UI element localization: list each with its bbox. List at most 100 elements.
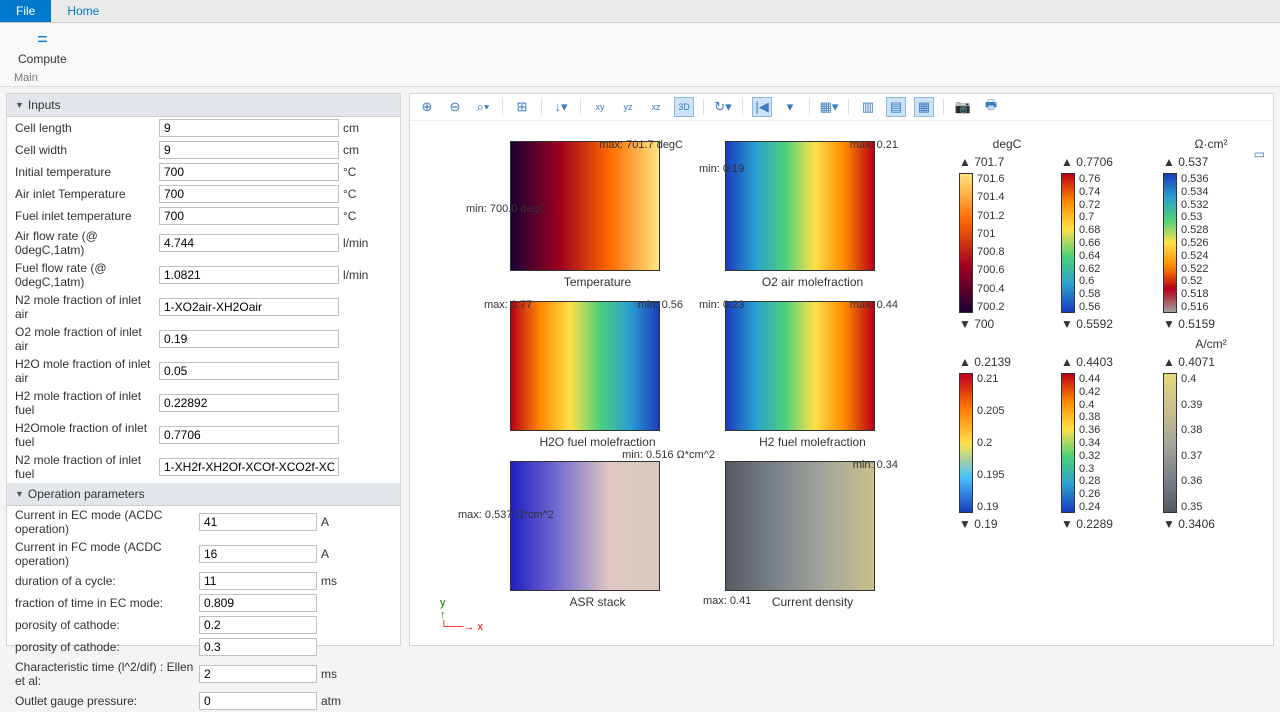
print-layout-icon[interactable]: ▦▾ [820, 98, 838, 116]
asr-title: ASR stack [510, 595, 685, 609]
colorbar-max: ▲ 0.2139 [959, 355, 1055, 369]
field-label: O2 mole fraction of inlet air [15, 325, 155, 353]
colorbar-min: ▼ 0.5592 [1061, 317, 1157, 331]
zoom-out-icon[interactable]: ⊖ [446, 98, 464, 116]
plot-o2: max: 0.21 min: 0.19 O2 air molefraction [725, 141, 900, 301]
compute-button[interactable]: = Compute [10, 29, 75, 66]
colorbar-unit: A/cm² [1163, 337, 1259, 351]
field-unit: A [321, 547, 361, 561]
colorbars: degC▲ 701.7701.6701.4701.2701700.8700.67… [959, 137, 1259, 531]
colorbar-max: ▲ 0.7706 [1061, 155, 1157, 169]
colorbar-min: ▼ 0.5159 [1163, 317, 1259, 331]
asr-min: min: 0.516 Ω*cm^2 [622, 449, 715, 461]
temp-min: min: 700.0 degC [466, 203, 547, 215]
form-row: Characteristic time (l^2/dif) : Ellen et… [7, 658, 400, 690]
colorbar-ticks: 0.440.420.40.380.360.340.320.30.280.260.… [1075, 373, 1157, 513]
tab-home[interactable]: Home [51, 0, 115, 22]
y-axis-label: y↑ [440, 597, 483, 621]
curr-surface [725, 461, 875, 591]
field-input[interactable] [199, 616, 317, 634]
print-icon[interactable]: 🖶 [982, 98, 1000, 116]
form-row: Fuel inlet temperature°C [7, 205, 400, 227]
form-row: Air inlet Temperature°C [7, 183, 400, 205]
log-y-icon[interactable]: yz [619, 98, 637, 116]
camera-icon[interactable]: 📷 [954, 98, 972, 116]
field-input[interactable] [199, 692, 317, 710]
field-input[interactable] [159, 362, 339, 380]
form-row: N2 mole fraction of inlet air [7, 291, 400, 323]
separator [742, 99, 743, 115]
temp-title: Temperature [510, 275, 685, 289]
field-unit: °C [343, 165, 383, 179]
field-input[interactable] [159, 141, 339, 159]
view-xy-icon[interactable]: ↓▾ [552, 98, 570, 116]
field-input[interactable] [199, 638, 317, 656]
ribbon-group-label: Main [10, 72, 1270, 84]
inputs-section-header[interactable]: ▼ Inputs [7, 94, 400, 117]
field-unit: l/min [343, 236, 383, 250]
zoom-box-icon[interactable]: ⌕▾ [474, 98, 492, 116]
temp-max: max: 701.7 degC [599, 139, 683, 151]
colorbar-gradient [1061, 173, 1075, 313]
field-input[interactable] [159, 426, 339, 444]
o2-surface [725, 141, 875, 271]
colorbar-min: ▼ 700 [959, 317, 1055, 331]
field-label: Air flow rate (@ 0degC,1atm) [15, 229, 155, 257]
field-input[interactable] [159, 119, 339, 137]
op-section-header[interactable]: ▼ Operation parameters [7, 483, 400, 506]
play-first-icon[interactable]: |◀ [753, 98, 771, 116]
form-row: Air flow rate (@ 0degC,1atm) l/min [7, 227, 400, 259]
log-xy-icon[interactable]: xz [647, 98, 665, 116]
field-input[interactable] [199, 513, 317, 531]
caret-down-icon: ▼ [15, 489, 24, 499]
colorbar-body: 701.6701.4701.2701700.8700.6700.4700.2 [959, 173, 1055, 313]
field-input[interactable] [159, 207, 339, 225]
field-input[interactable] [199, 665, 317, 683]
field-input[interactable] [159, 298, 339, 316]
op-title: Operation parameters [28, 487, 145, 501]
inputs-title: Inputs [28, 98, 61, 112]
op-form: Current in EC mode (ACDC operation)ACurr… [7, 506, 400, 712]
toggle-2-icon[interactable]: ▤ [887, 98, 905, 116]
h2of-title: H2O fuel molefraction [510, 435, 685, 449]
asr-max: max: 0.537 Ω*cm^2 [458, 509, 554, 521]
play-dropdown-icon[interactable]: ▾ [781, 98, 799, 116]
h2f-max: max: 0.44 [850, 299, 898, 311]
field-input[interactable] [199, 572, 317, 590]
plots-grid: max: 701.7 degC min: 700.0 degC Temperat… [510, 141, 900, 621]
form-row: porosity of cathode: [7, 614, 400, 636]
field-input[interactable] [159, 234, 339, 252]
field-input[interactable] [159, 185, 339, 203]
field-label: Fuel flow rate (@ 0degC,1atm) [15, 261, 155, 289]
zoom-extents-icon[interactable]: ⊞ [513, 98, 531, 116]
colorbar-body: 0.40.390.380.370.360.35 [1163, 373, 1259, 513]
field-label: H2Omole fraction of inlet fuel [15, 421, 155, 449]
colorbar-unit: degC [959, 137, 1055, 151]
field-input[interactable] [199, 594, 317, 612]
form-row: fraction of time in EC mode: [7, 592, 400, 614]
field-unit: l/min [343, 268, 383, 282]
log-x-icon[interactable]: xy [591, 98, 609, 116]
separator [943, 99, 944, 115]
o2-max: max: 0.21 [850, 139, 898, 151]
tab-file[interactable]: File [0, 0, 51, 22]
colorbar: ▲ 0.21390.210.2050.20.1950.19▼ 0.19 [959, 337, 1055, 531]
plot-area[interactable]: ▭ max: 701.7 degC min: 700.0 degC Temper… [410, 121, 1273, 645]
field-label: Fuel inlet temperature [15, 209, 155, 223]
field-input[interactable] [159, 458, 339, 476]
colorbar-body: 0.760.740.720.70.680.660.640.620.60.580.… [1061, 173, 1157, 313]
field-input[interactable] [199, 545, 317, 563]
reset-icon[interactable]: ↻▾ [714, 98, 732, 116]
graphics-panel: ⊕ ⊖ ⌕▾ ⊞ ↓▾ xy yz xz 3D ↻▾ |◀ ▾ ▦▾ ▥ ▤ ▦… [409, 93, 1274, 646]
field-unit: A [321, 515, 361, 529]
field-input[interactable] [159, 330, 339, 348]
toggle-3-icon[interactable]: ▦ [915, 98, 933, 116]
toggle-1-icon[interactable]: ▥ [859, 98, 877, 116]
field-input[interactable] [159, 266, 339, 284]
o2-title: O2 air molefraction [725, 275, 900, 289]
left-panel: ▼ Inputs Cell lengthcmCell widthcmInitia… [6, 93, 401, 646]
field-input[interactable] [159, 163, 339, 181]
field-input[interactable] [159, 394, 339, 412]
zoom-in-icon[interactable]: ⊕ [418, 98, 436, 116]
3d-view-icon[interactable]: 3D [675, 98, 693, 116]
